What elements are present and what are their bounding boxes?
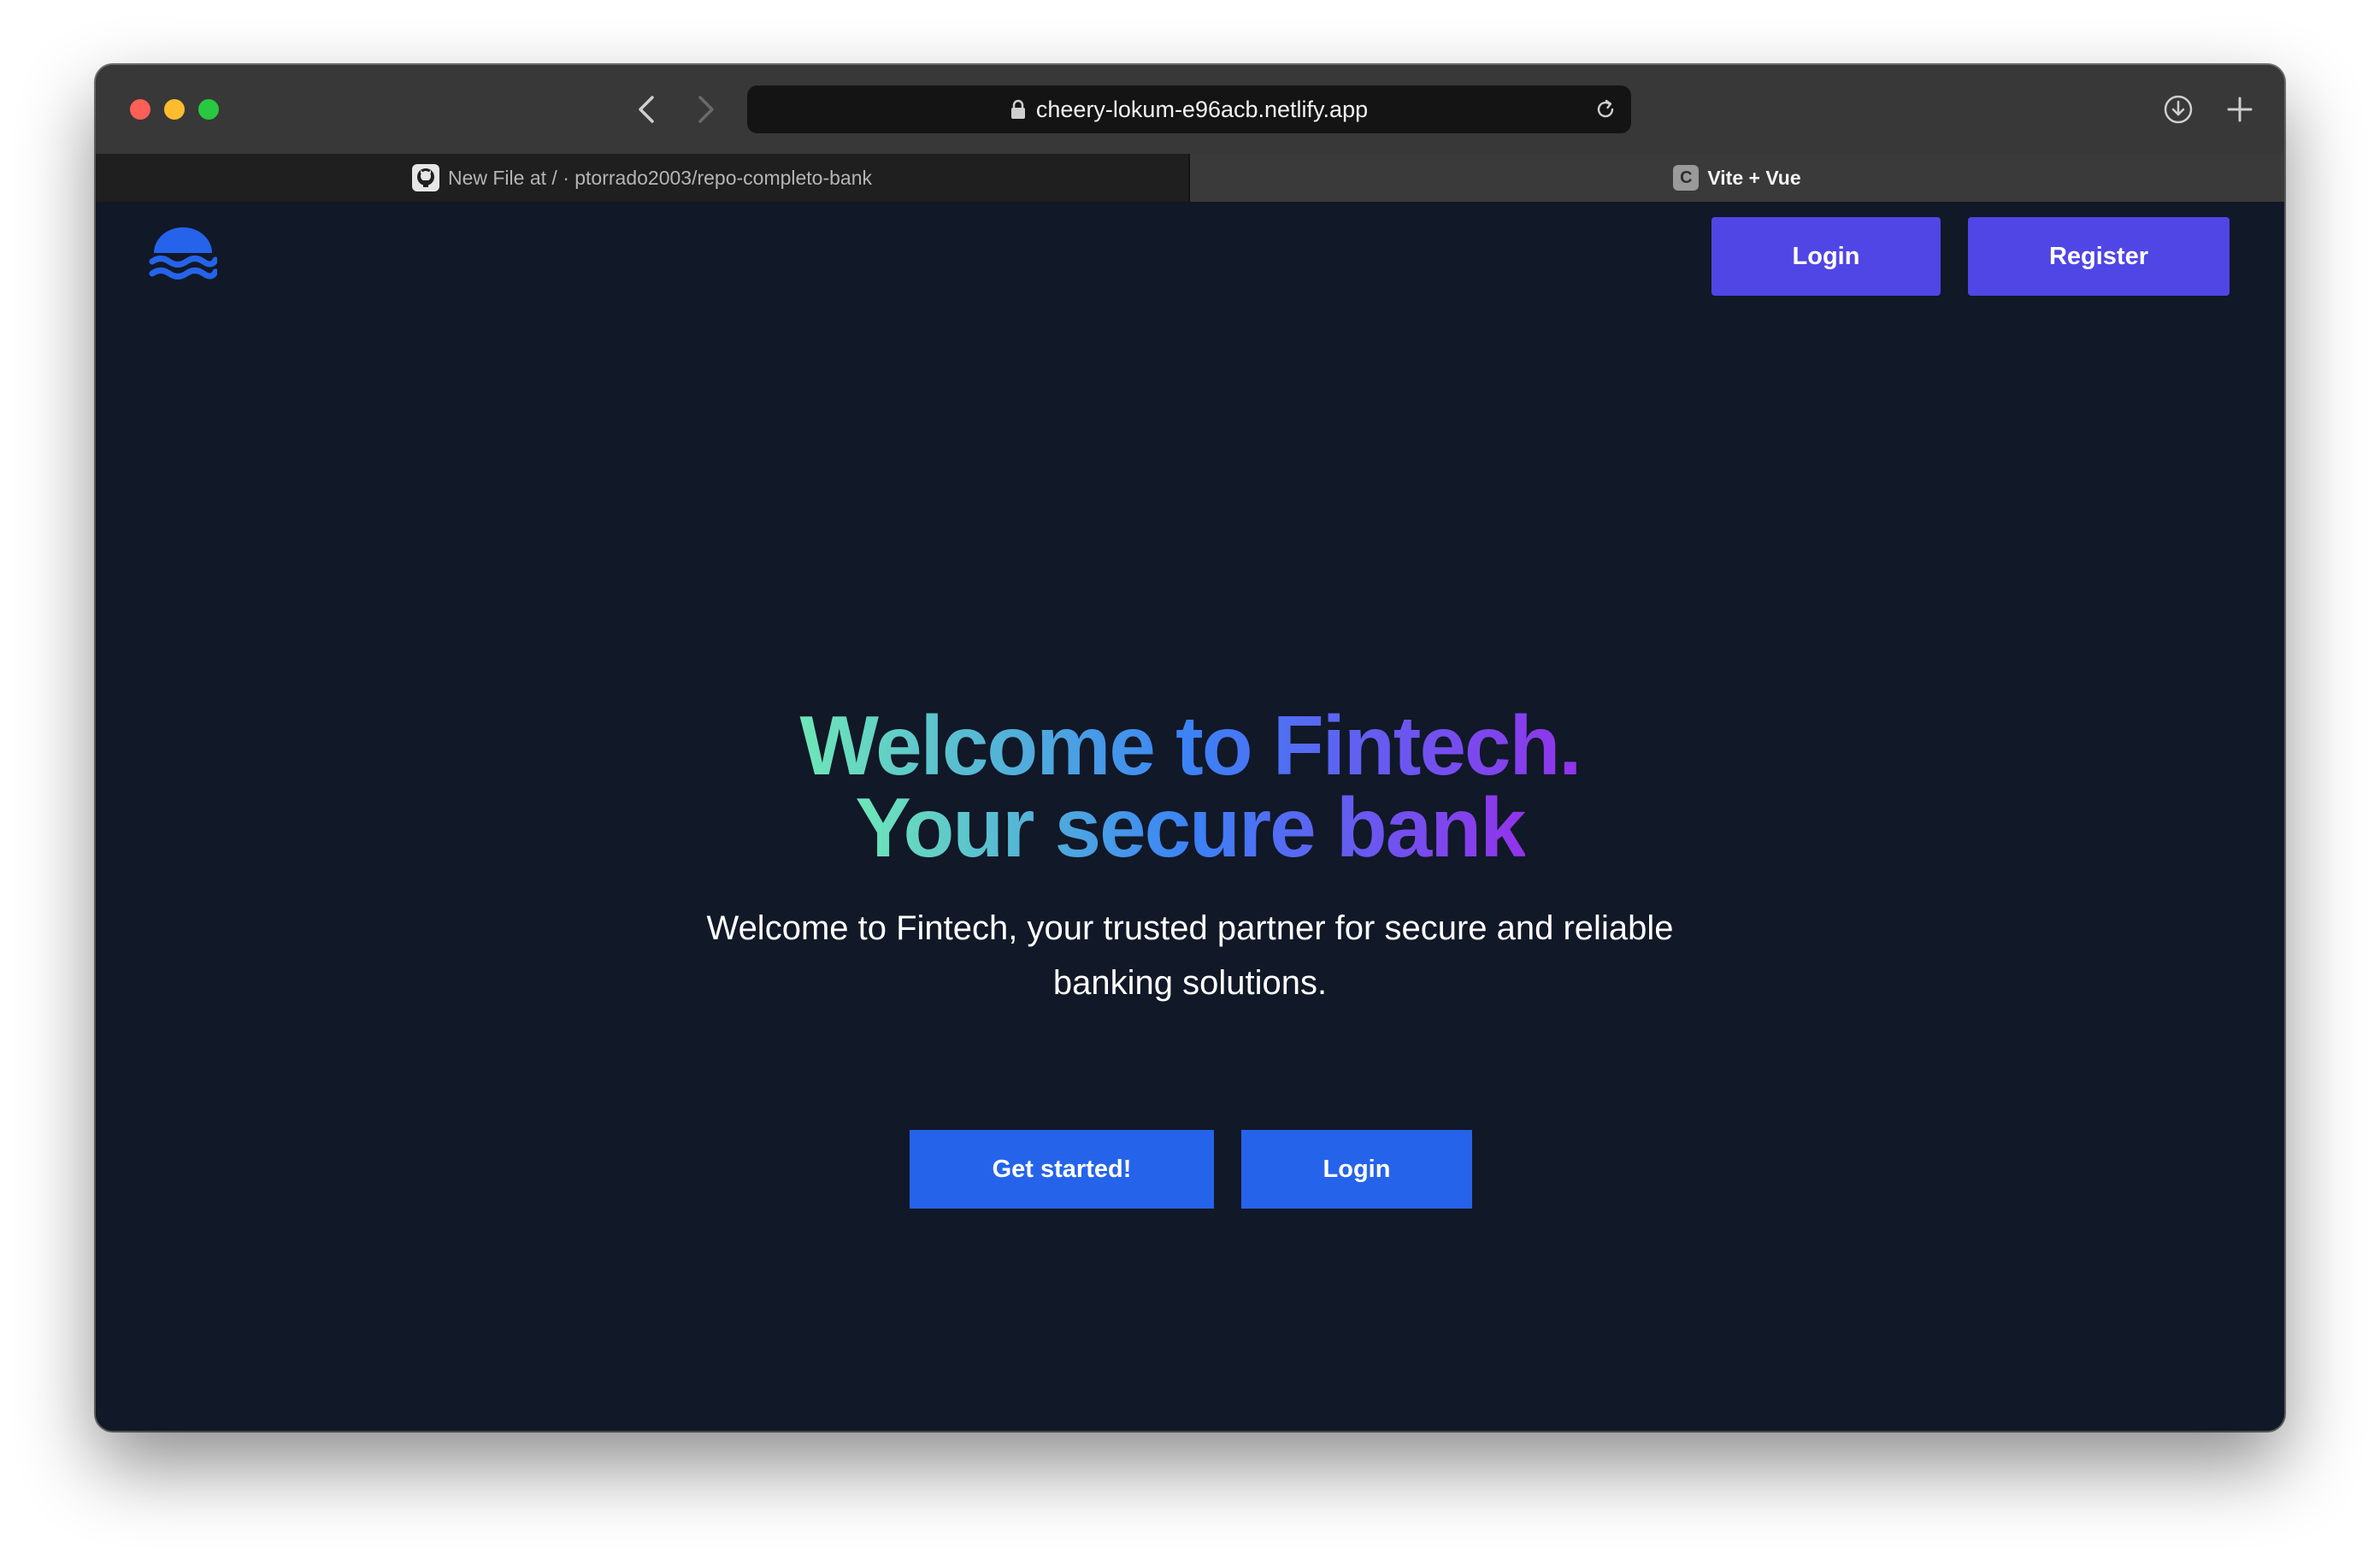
minimize-window-button[interactable] bbox=[164, 99, 185, 120]
hero-title-line-1: Welcome to Fintech. bbox=[799, 698, 1582, 792]
tab-favicon: C bbox=[1673, 165, 1700, 191]
address-bar[interactable]: cheery-lokum-e96acb.netlify.app bbox=[747, 85, 1631, 133]
tab-vite-vue[interactable]: C Vite + Vue bbox=[1190, 154, 2284, 202]
downloads-button[interactable] bbox=[2161, 92, 2195, 126]
reload-icon[interactable] bbox=[1594, 97, 1617, 121]
chevron-right-icon bbox=[698, 96, 714, 123]
download-icon bbox=[2164, 95, 2193, 124]
github-icon bbox=[411, 164, 439, 191]
hero-title-line-2: Your secure bank bbox=[855, 780, 1526, 874]
forward-button[interactable] bbox=[687, 91, 725, 128]
register-button[interactable]: Register bbox=[1968, 217, 2230, 296]
url-text: cheery-lokum-e96acb.netlify.app bbox=[1035, 96, 1369, 122]
header-login-button[interactable]: Login bbox=[1711, 217, 1941, 296]
tab-label: Vite + Vue bbox=[1707, 166, 1801, 189]
back-button[interactable] bbox=[627, 91, 665, 128]
get-started-button[interactable]: Get started! bbox=[910, 1130, 1214, 1209]
tab-label: New File at / · ptorrado2003/repo-comple… bbox=[447, 166, 873, 189]
page-content: Login Register Welcome to Fintech. Your … bbox=[96, 202, 2284, 1431]
browser-window: cheery-lokum-e96acb.netlify.app New File… bbox=[96, 65, 2284, 1431]
plus-icon bbox=[2227, 97, 2253, 122]
new-tab-button[interactable] bbox=[2223, 92, 2257, 126]
hero-login-button[interactable]: Login bbox=[1241, 1130, 1472, 1209]
browser-toolbar: cheery-lokum-e96acb.netlify.app bbox=[96, 65, 2284, 154]
close-window-button[interactable] bbox=[130, 99, 150, 120]
hero-title: Welcome to Fintech. Your secure bank bbox=[96, 698, 2284, 874]
tab-bar: New File at / · ptorrado2003/repo-comple… bbox=[96, 154, 2284, 203]
lock-icon bbox=[1010, 99, 1026, 120]
waves-logo-icon[interactable] bbox=[149, 227, 217, 287]
tab-github[interactable]: New File at / · ptorrado2003/repo-comple… bbox=[96, 154, 1190, 202]
chevron-left-icon bbox=[639, 96, 654, 123]
hero-subtitle: Welcome to Fintech, your trusted partner… bbox=[706, 909, 1674, 1002]
maximize-window-button[interactable] bbox=[198, 99, 219, 120]
